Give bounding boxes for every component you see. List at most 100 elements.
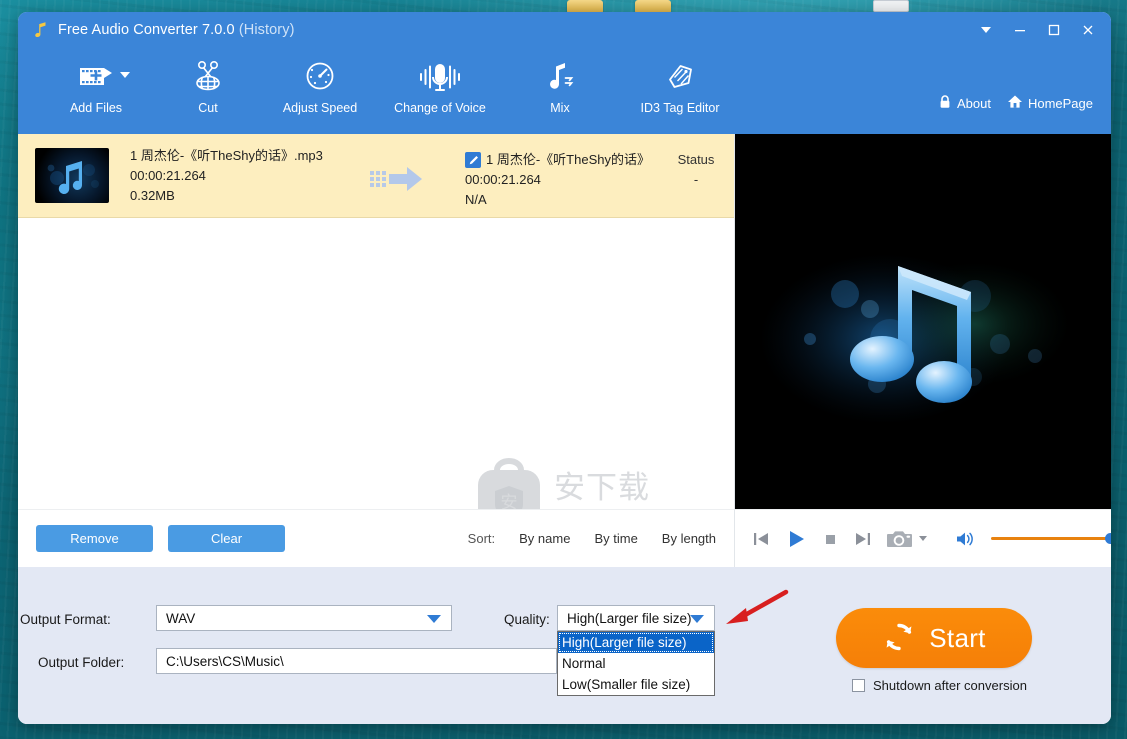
quality-option-low[interactable]: Low(Smaller file size) — [558, 674, 714, 695]
quality-value: High(Larger file size) — [567, 610, 692, 626]
title-bar: Free Audio Converter 7.0.0 (History) — [18, 12, 1111, 48]
toolbar-label-id3-tag-editor: ID3 Tag Editor — [640, 101, 720, 115]
shutdown-label: Shutdown after conversion — [873, 678, 1027, 693]
speedometer-icon — [301, 55, 339, 99]
window-title: Free Audio Converter 7.0.0 (History) — [58, 22, 295, 38]
volume-slider[interactable] — [991, 533, 1111, 544]
shutdown-checkbox[interactable] — [852, 679, 865, 692]
tags-icon — [661, 55, 699, 99]
about-label: About — [956, 95, 991, 111]
collapse-button[interactable] — [969, 15, 1003, 45]
mix-note-icon — [541, 55, 579, 99]
music-note-thumbnail — [35, 148, 109, 203]
video-preview[interactable] — [735, 134, 1111, 509]
start-button-label: Start — [929, 622, 986, 653]
output-format-select[interactable]: WAV — [156, 605, 452, 631]
homepage-link[interactable]: HomePage — [1007, 94, 1093, 112]
player-controls — [735, 509, 1111, 567]
maximize-button[interactable] — [1037, 15, 1071, 45]
chevron-down-icon[interactable] — [427, 615, 441, 623]
sort-controls: Sort: By name By time By length — [468, 531, 716, 546]
sort-label: Sort: — [467, 531, 496, 546]
quality-select[interactable]: High(Larger file size) — [557, 605, 715, 631]
toolbar-label-cut: Cut — [198, 101, 218, 115]
quality-option-high[interactable]: High(Larger file size) — [558, 632, 714, 653]
shield-bag-icon: 安 — [473, 456, 545, 509]
source-file-duration: 00:00:21.264 — [130, 167, 206, 183]
quality-option-normal[interactable]: Normal — [558, 653, 714, 674]
volume-slider-handle[interactable] — [1105, 533, 1111, 544]
camera-icon[interactable] — [887, 529, 927, 549]
watermark-subtext: anxz.com — [554, 507, 673, 510]
watermark-text: 安下载 — [554, 469, 650, 506]
sort-by-length[interactable]: By length — [662, 531, 716, 546]
arrow-right-icon — [370, 166, 423, 192]
source-file-meta: 1 周杰伦-《听TheShy的话》.mp3 00:00:21.264 0.32M… — [130, 146, 380, 206]
toolbar-item-adjust-speed[interactable]: Adjust Speed — [264, 48, 376, 134]
main-toolbar: Add Files Cut Adjust Speed Change of Voi… — [18, 48, 1111, 134]
sort-by-name[interactable]: By name — [519, 531, 570, 546]
toolbar-item-change-of-voice[interactable]: Change of Voice — [376, 48, 504, 134]
status-badge: - — [693, 172, 699, 187]
window-title-suffix: (History) — [238, 22, 295, 38]
toolbar-right-links: About HomePage — [938, 94, 1093, 112]
chevron-down-icon[interactable] — [690, 615, 704, 623]
music-note-icon — [30, 19, 52, 41]
toolbar-label-mix: Mix — [550, 101, 570, 115]
clear-button[interactable]: Clear — [168, 525, 285, 552]
minimize-button[interactable] — [1003, 15, 1037, 45]
toolbar-item-id3-tag-editor[interactable]: ID3 Tag Editor — [616, 48, 744, 134]
start-button[interactable]: Start — [836, 608, 1032, 668]
output-folder-label: Output Folder: — [38, 655, 125, 670]
file-list-pane: 1 周杰伦-《听TheShy的话》.mp3 00:00:21.264 0.32M… — [18, 134, 734, 567]
scissors-icon — [189, 55, 227, 99]
sort-by-time[interactable]: By time — [594, 531, 637, 546]
skip-forward-icon[interactable] — [853, 529, 873, 549]
remove-button[interactable]: Remove — [36, 525, 153, 552]
toolbar-item-cut[interactable]: Cut — [152, 48, 264, 134]
output-file-duration: 00:00:21.264 — [465, 172, 541, 187]
desktop-window-edge — [873, 0, 909, 12]
content-area: 1 周杰伦-《听TheShy的话》.mp3 00:00:21.264 0.32M… — [18, 134, 1111, 567]
output-folder-input[interactable]: C:\Users\CS\Music\ — [156, 648, 557, 674]
toolbar-label-adjust-speed: Adjust Speed — [282, 101, 358, 115]
pencil-icon[interactable] — [465, 152, 481, 168]
output-file-name: 1 周杰伦-《听TheShy的话》 — [486, 152, 650, 167]
output-format-label: Output Format: — [20, 612, 111, 627]
window-title-text: Free Audio Converter 7.0.0 — [58, 22, 235, 38]
source-file-size: 0.32MB — [130, 187, 175, 203]
output-file-meta: 1 周杰伦-《听TheShy的话》 00:00:21.264 N/A — [465, 150, 650, 210]
close-button[interactable] — [1071, 15, 1105, 45]
shutdown-after-conversion-row[interactable]: Shutdown after conversion — [852, 678, 1027, 693]
play-icon[interactable] — [785, 528, 807, 550]
stop-icon[interactable] — [821, 530, 839, 548]
toolbar-label-add-files: Add Files — [69, 101, 123, 115]
chevron-down-icon[interactable] — [919, 536, 927, 541]
file-list[interactable]: 1 周杰伦-《听TheShy的话》.mp3 00:00:21.264 0.32M… — [18, 134, 734, 509]
quality-dropdown-list[interactable]: High(Larger file size) Normal Low(Smalle… — [557, 631, 715, 696]
skip-back-icon[interactable] — [751, 529, 771, 549]
window-controls — [969, 12, 1105, 48]
refresh-icon — [882, 620, 916, 657]
home-icon — [1007, 94, 1023, 112]
watermark: 安 安下载 anxz.com — [473, 456, 673, 509]
quality-label: Quality: — [504, 612, 550, 627]
add-files-icon — [76, 55, 116, 99]
list-actions-bar: Remove Clear Sort: By name By time By le… — [18, 509, 734, 567]
output-format-value: WAV — [166, 610, 196, 626]
homepage-label: HomePage — [1027, 95, 1093, 111]
add-files-dropdown-caret[interactable] — [120, 72, 130, 78]
toolbar-item-add-files[interactable]: Add Files — [40, 48, 152, 134]
output-folder-value: C:\Users\CS\Music\ — [166, 653, 284, 669]
preview-pane — [734, 134, 1111, 567]
status-column: Status - — [673, 150, 719, 190]
speaker-icon[interactable] — [955, 530, 977, 548]
table-row[interactable]: 1 周杰伦-《听TheShy的话》.mp3 00:00:21.264 0.32M… — [18, 134, 734, 218]
about-link[interactable]: About — [938, 94, 991, 112]
toolbar-label-change-of-voice: Change of Voice — [394, 101, 486, 115]
output-file-size: N/A — [465, 192, 487, 207]
status-label: Status — [677, 152, 715, 167]
lock-icon — [938, 94, 952, 112]
toolbar-item-mix[interactable]: Mix — [504, 48, 616, 134]
svg-text:安: 安 — [501, 493, 518, 509]
